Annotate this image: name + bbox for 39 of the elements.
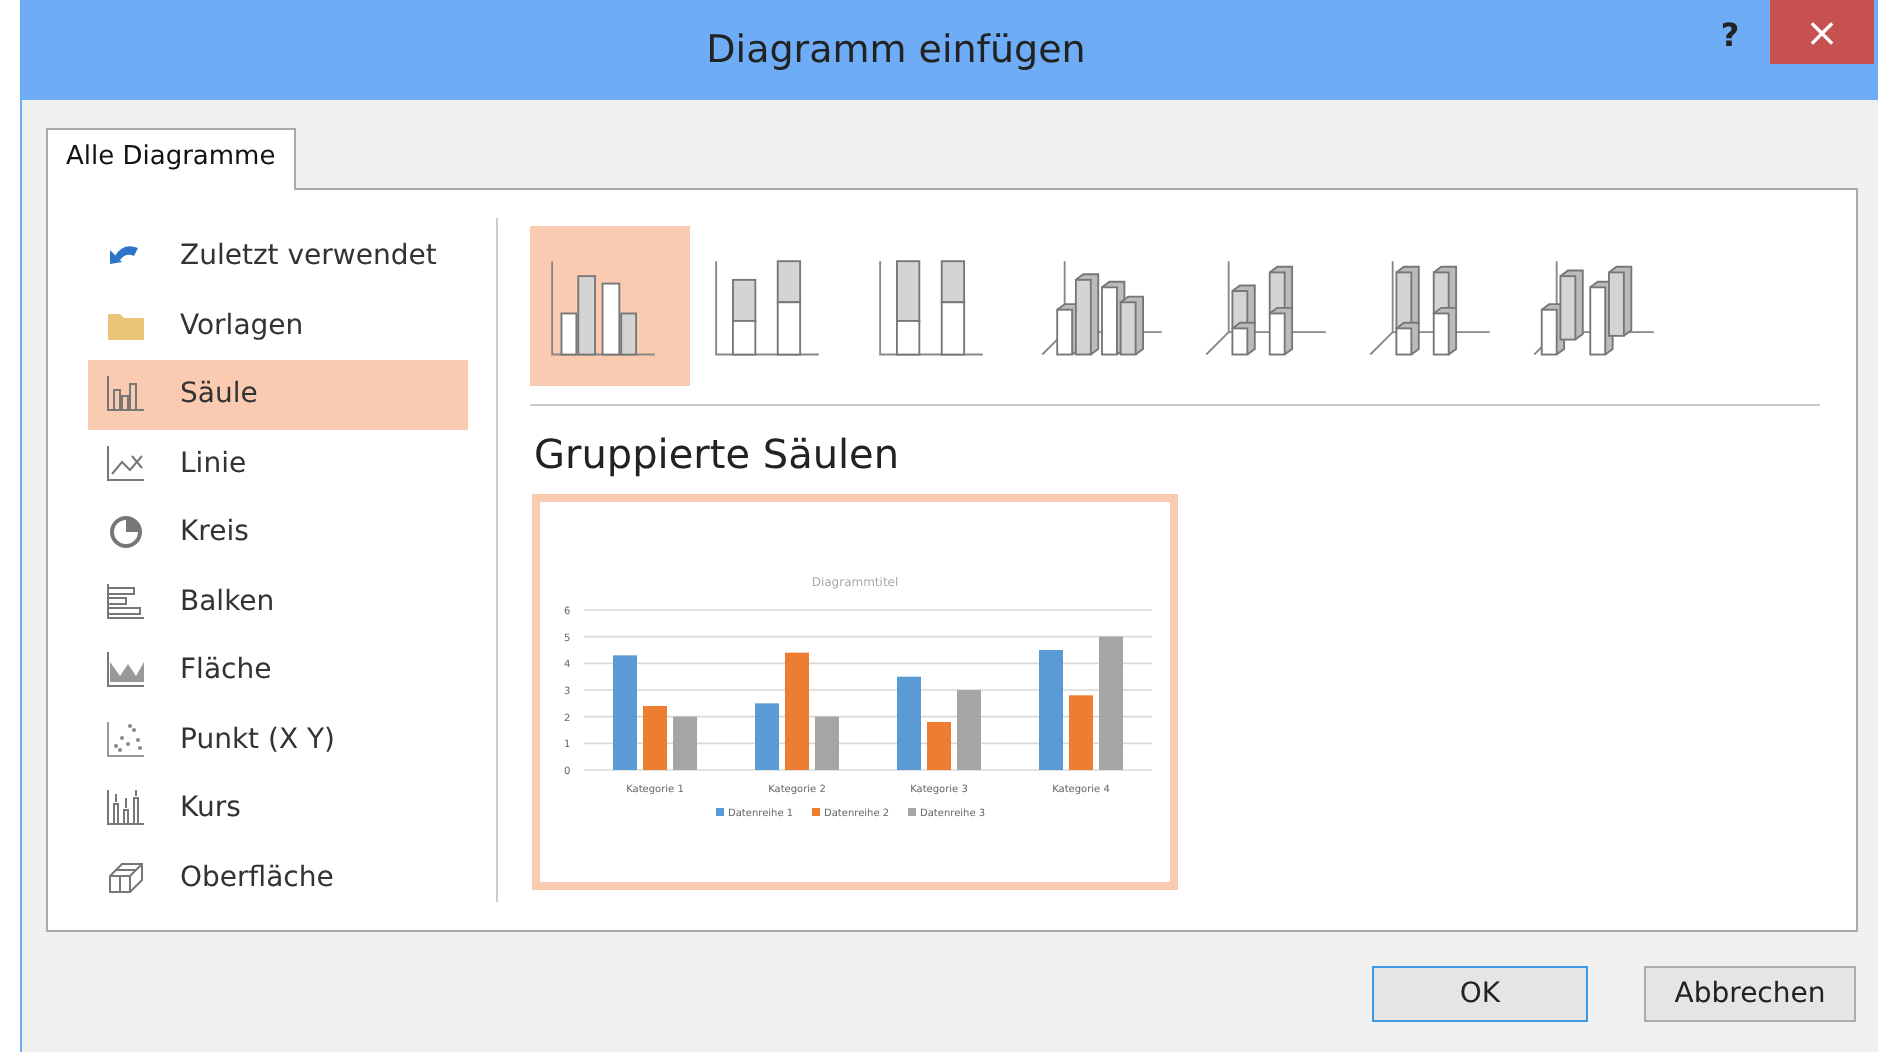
column-chart-icon bbox=[104, 372, 148, 417]
chart-bar bbox=[643, 706, 667, 770]
chart-subtype-button[interactable] bbox=[530, 226, 690, 386]
bar-chart-icon bbox=[104, 579, 148, 624]
chart-type-item[interactable]: Balken bbox=[88, 567, 468, 636]
stock-chart-icon bbox=[104, 786, 148, 831]
chart-bar bbox=[1099, 636, 1123, 770]
close-button[interactable]: × bbox=[1770, 0, 1874, 64]
cancel-button[interactable]: Abbrechen bbox=[1644, 966, 1856, 1022]
tab[interactable]: Alle Diagramme bbox=[46, 128, 296, 190]
chart-bar bbox=[957, 690, 981, 770]
chart-bar bbox=[927, 722, 951, 770]
chart-bar bbox=[673, 716, 697, 770]
legend-swatch bbox=[908, 808, 916, 816]
chart-type-item[interactable]: Kurs bbox=[88, 774, 468, 843]
line-chart-icon bbox=[104, 441, 148, 486]
chart-type-item[interactable]: Säule bbox=[88, 360, 468, 429]
chart-type-item[interactable]: Kreis bbox=[88, 498, 468, 567]
subtype-heading: Gruppierte Säulen bbox=[534, 430, 902, 478]
chart-type-item[interactable]: Vorlagen bbox=[88, 291, 468, 360]
chart-bar bbox=[897, 676, 921, 770]
ok-button[interactable]: OK bbox=[1372, 966, 1588, 1022]
scatter-chart-icon bbox=[104, 717, 148, 762]
legend-swatch bbox=[716, 808, 724, 816]
chart-bar bbox=[755, 703, 779, 770]
legend-swatch bbox=[812, 808, 820, 816]
chart-bar bbox=[785, 652, 809, 770]
chart-type-item[interactable]: Zuletzt verwendet bbox=[88, 222, 468, 291]
chart-bar bbox=[1069, 695, 1093, 770]
chart-type-item[interactable]: Punkt (X Y) bbox=[88, 705, 468, 774]
chart-bar bbox=[613, 655, 637, 770]
chart-bar bbox=[815, 716, 839, 770]
chart-type-item[interactable]: Linie bbox=[88, 429, 468, 498]
chart-type-item[interactable]: Fläche bbox=[88, 636, 468, 705]
chart-type-item[interactable]: Oberfläche bbox=[88, 843, 468, 912]
chart-bar bbox=[1039, 650, 1063, 770]
window-title: Diagramm einfügen bbox=[704, 28, 1088, 72]
help-button[interactable]: ? bbox=[1690, 0, 1770, 64]
area-chart-icon bbox=[104, 648, 148, 693]
